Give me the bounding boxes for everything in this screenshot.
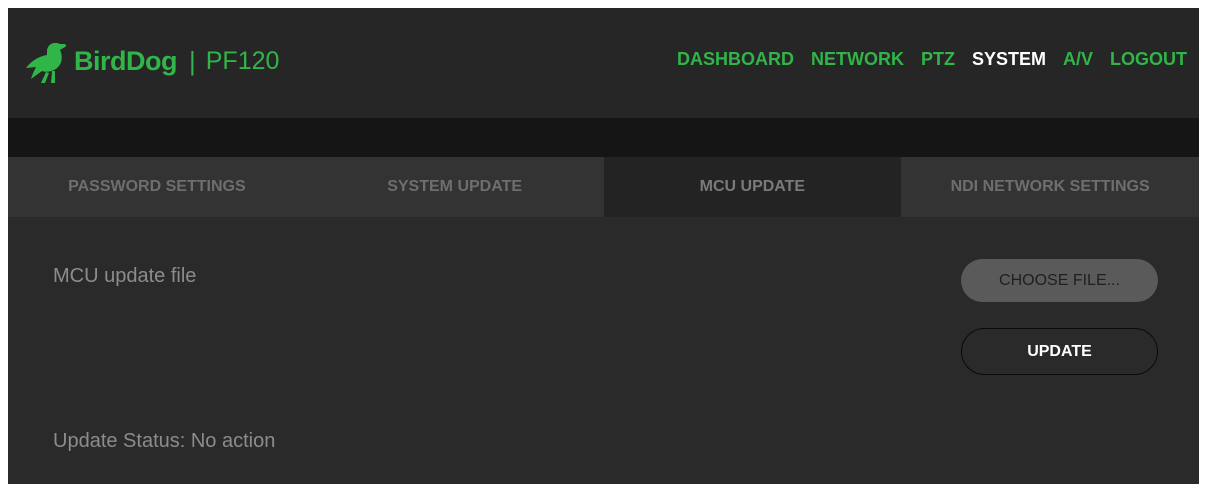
- nav-network[interactable]: NETWORK: [811, 49, 904, 70]
- header: BirdDog | PF120 DASHBOARD NETWORK PTZ SY…: [8, 8, 1199, 118]
- brand-name: BirdDog: [74, 45, 177, 76]
- choose-file-button[interactable]: CHOOSE FILE...: [961, 259, 1158, 302]
- nav-ptz[interactable]: PTZ: [921, 49, 955, 70]
- settings-tabs: PASSWORD SETTINGS SYSTEM UPDATE MCU UPDA…: [8, 157, 1199, 217]
- tab-ndi-network-settings[interactable]: NDI NETWORK SETTINGS: [901, 157, 1199, 217]
- logo[interactable]: BirdDog | PF120: [24, 36, 279, 86]
- mcu-file-label: MCU update file: [53, 265, 197, 287]
- model-name: PF120: [205, 46, 280, 75]
- nav-dashboard[interactable]: DASHBOARD: [677, 49, 794, 70]
- header-band: [8, 118, 1199, 157]
- nav-logout[interactable]: LOGOUT: [1110, 49, 1187, 70]
- nav-system[interactable]: SYSTEM: [972, 49, 1046, 70]
- update-button[interactable]: UPDATE: [961, 328, 1158, 375]
- logo-separator: |: [188, 45, 196, 76]
- mcu-update-panel: MCU update file CHOOSE FILE... UPDATE Up…: [8, 217, 1199, 484]
- tab-password-settings[interactable]: PASSWORD SETTINGS: [8, 157, 306, 217]
- update-status: Update Status: No action: [53, 430, 276, 452]
- nav-av[interactable]: A/V: [1063, 49, 1093, 70]
- bird-icon: [26, 43, 67, 83]
- top-nav: DASHBOARD NETWORK PTZ SYSTEM A/V LOGOUT: [677, 44, 1187, 74]
- app-frame: BirdDog | PF120 DASHBOARD NETWORK PTZ SY…: [8, 8, 1199, 484]
- tab-mcu-update[interactable]: MCU UPDATE: [603, 157, 902, 217]
- tab-system-update[interactable]: SYSTEM UPDATE: [306, 157, 604, 217]
